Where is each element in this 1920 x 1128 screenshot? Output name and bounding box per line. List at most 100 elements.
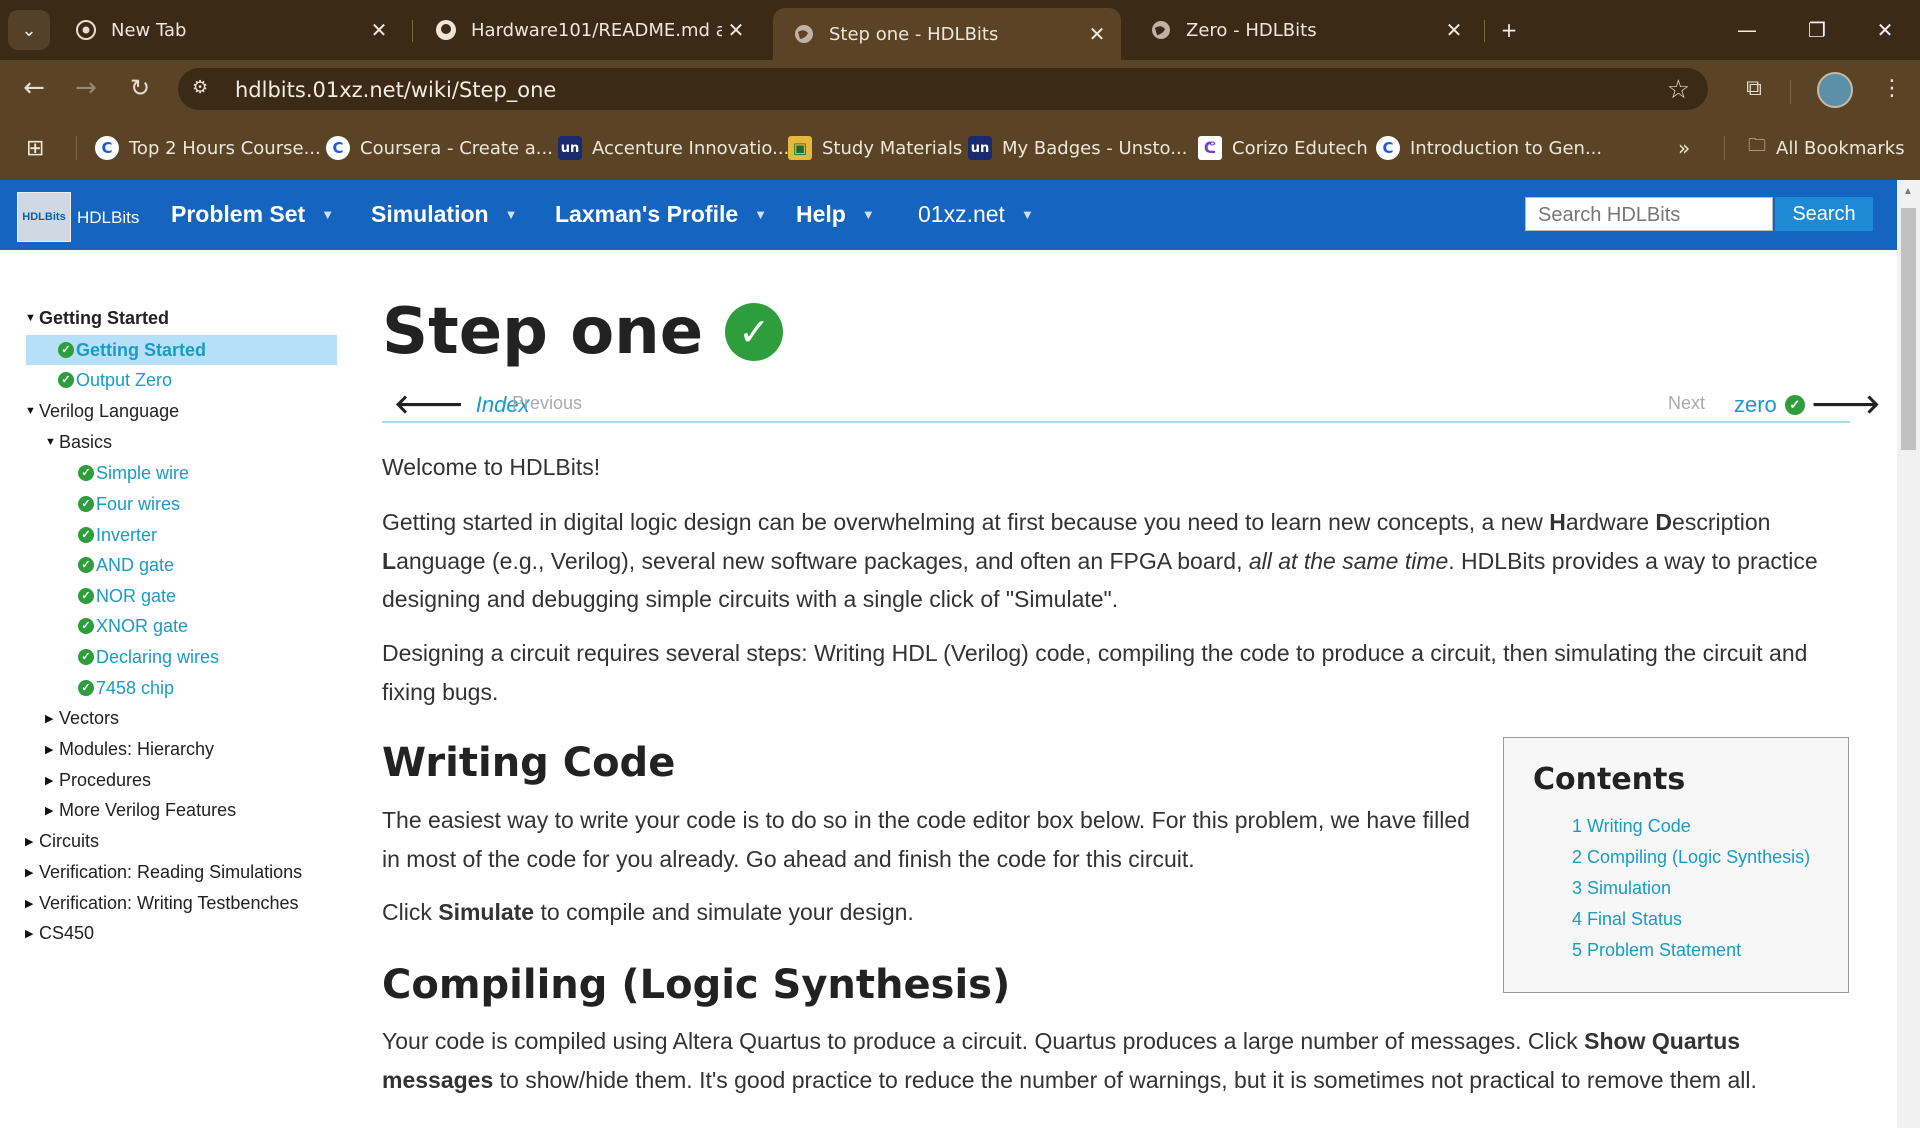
sidebar-section-basics[interactable]: ▼ Basics (45, 427, 112, 457)
caret-right-icon: ▶ (25, 927, 34, 940)
chevron-down-icon: ⌄ (21, 19, 37, 40)
scrollbar-thumb[interactable] (1901, 208, 1916, 450)
menu-profile[interactable]: Laxman's Profile ▼ (555, 201, 767, 228)
sidebar-section-modules[interactable]: ▶ Modules: Hierarchy (45, 734, 214, 764)
restore-icon: ❐ (1808, 18, 1826, 42)
sidebar-item-xnor-gate[interactable]: ✓ XNOR gate (78, 611, 188, 641)
menu-problem-set[interactable]: Problem Set ▼ (171, 201, 334, 228)
sidebar-section-more-verilog[interactable]: ▶ More Verilog Features (45, 795, 236, 825)
search-button[interactable]: Search (1775, 197, 1873, 231)
sidebar-section-cs450[interactable]: ▶ CS450 (25, 918, 94, 948)
puzzle-icon: ⧉ (1746, 75, 1762, 101)
apps-button[interactable]: ⊞ (26, 135, 44, 161)
forward-button[interactable]: → (66, 68, 106, 108)
bookmark-star-icon[interactable]: ☆ (1667, 74, 1690, 105)
coursera-icon: C (1376, 136, 1400, 160)
plus-icon: + (1500, 18, 1518, 42)
caret-right-icon: ▶ (45, 712, 54, 725)
classroom-icon: ▣ (788, 136, 812, 160)
sidebar-item-four-wires[interactable]: ✓ Four wires (78, 489, 180, 519)
restore-button[interactable]: ❐ (1794, 12, 1840, 48)
sidebar-section-procedures[interactable]: ▶ Procedures (45, 765, 151, 795)
tab-title: Zero - HDLBits (1186, 19, 1317, 41)
arrow-left-icon: ← (23, 73, 45, 103)
caret-down-icon: ▼ (25, 312, 36, 324)
address-bar[interactable]: ⚙ hdlbits.01xz.net/wiki/Step_one ☆ (178, 68, 1708, 110)
welcome-text: Welcome to HDLBits! (382, 454, 601, 480)
toc-item-final-status[interactable]: 4 Final Status (1572, 909, 1682, 930)
page-scrollbar[interactable]: ▲ (1897, 180, 1920, 1128)
bookmark-item[interactable]: un My Badges - Unsto... (968, 135, 1187, 161)
sidebar-section-getting-started[interactable]: ▼ Getting Started (25, 303, 169, 333)
index-link[interactable]: 🡐 Index (394, 389, 530, 420)
site-info-icon[interactable]: ⚙ (192, 77, 216, 101)
bookmark-item[interactable]: C Top 2 Hours Course... (95, 135, 321, 161)
next-problem-link[interactable]: zero ✓ 🡒 (1734, 389, 1881, 420)
github-icon (435, 19, 457, 41)
all-bookmarks-button[interactable]: 🗀 All Bookmarks (1748, 135, 1905, 161)
menu-button[interactable]: ⋮ (1872, 68, 1912, 108)
minimize-button[interactable]: — (1724, 12, 1770, 48)
toc-item-problem-statement[interactable]: 5 Problem Statement (1572, 940, 1741, 961)
scroll-up-icon[interactable]: ▲ (1903, 186, 1913, 197)
search-input[interactable]: Search HDLBits (1525, 197, 1773, 231)
designing-paragraph: Designing a circuit requires several ste… (382, 640, 1808, 705)
next-label: Next (1668, 393, 1706, 413)
menu-01xz[interactable]: 01xz.net ▼ (918, 201, 1034, 228)
click-simulate-paragraph: Click Simulate to compile and simulate y… (382, 899, 914, 925)
close-window-button[interactable]: ✕ (1862, 12, 1908, 48)
sidebar-section-vectors[interactable]: ▶ Vectors (45, 703, 119, 733)
check-icon: ✓ (58, 372, 74, 388)
sidebar-section-writing-testbenches[interactable]: ▶ Verification: Writing Testbenches (25, 888, 298, 918)
site-logo[interactable]: HDLBits (17, 192, 71, 242)
sidebar-item-declaring-wires[interactable]: ✓ Declaring wires (78, 642, 219, 672)
toc-item-writing-code[interactable]: 1 Writing Code (1572, 816, 1691, 837)
close-icon[interactable]: ✕ (365, 18, 393, 42)
sidebar-item-output-zero[interactable]: ✓ Output Zero (58, 365, 172, 395)
page-title: Step one ✓ (382, 295, 784, 369)
bookmark-item[interactable]: ᕦ Corizo Edutech (1198, 135, 1368, 161)
tab-step-one[interactable]: Step one - HDLBits ✕ (773, 8, 1121, 60)
sidebar-section-reading-simulations[interactable]: ▶ Verification: Reading Simulations (25, 857, 302, 887)
check-icon: ✓ (78, 618, 94, 634)
bookmark-item[interactable]: un Accenture Innovatio... (558, 135, 789, 161)
caret-right-icon: ▶ (25, 866, 34, 879)
close-icon[interactable]: ✕ (1440, 18, 1468, 42)
close-icon[interactable]: ✕ (1083, 22, 1111, 46)
bookmark-item[interactable]: C Coursera - Create a... (326, 135, 553, 161)
arrow-right-icon: 🡒 (1810, 389, 1881, 419)
tab-search-button[interactable]: ⌄ (8, 10, 50, 50)
arrow-left-icon: 🡐 (394, 389, 464, 419)
check-icon: ✓ (78, 557, 94, 573)
back-button[interactable]: ← (14, 68, 54, 108)
sidebar-item-7458-chip[interactable]: ✓ 7458 chip (78, 673, 174, 703)
extensions-button[interactable]: ⧉ (1734, 68, 1774, 108)
caret-right-icon: ▶ (45, 774, 54, 787)
toc-item-compiling[interactable]: 2 Compiling (Logic Synthesis) (1572, 847, 1810, 868)
tab-new-tab[interactable]: New Tab ✕ (55, 8, 403, 52)
url-text[interactable]: hdlbits.01xz.net/wiki/Step_one (235, 78, 556, 102)
tab-github[interactable]: Hardware101/README.md at m ✕ (415, 8, 760, 52)
site-name[interactable]: HDLBits (77, 208, 139, 228)
bookmark-item[interactable]: C Introduction to Gen... (1376, 135, 1602, 161)
sidebar-item-simple-wire[interactable]: ✓ Simple wire (78, 458, 189, 488)
menu-simulation[interactable]: Simulation ▼ (371, 201, 517, 228)
check-icon: ✓ (78, 588, 94, 604)
sidebar-section-verilog-language[interactable]: ▼ Verilog Language (25, 396, 179, 426)
sidebar-item-inverter[interactable]: ✓ Inverter (78, 520, 157, 550)
sidebar-section-circuits[interactable]: ▶ Circuits (25, 826, 99, 856)
sidebar-item-nor-gate[interactable]: ✓ NOR gate (78, 581, 176, 611)
table-of-contents: Contents 1 Writing Code 2 Compiling (Log… (1503, 737, 1849, 993)
toc-item-simulation[interactable]: 3 Simulation (1572, 878, 1671, 899)
menu-help[interactable]: Help ▼ (796, 201, 875, 228)
avatar[interactable] (1817, 72, 1853, 108)
tab-divider (412, 20, 413, 42)
close-icon[interactable]: ✕ (722, 18, 750, 42)
new-tab-button[interactable]: + (1486, 12, 1532, 48)
more-bookmarks-button[interactable]: » (1678, 135, 1690, 161)
reload-button[interactable]: ↻ (120, 68, 160, 108)
bookmark-item[interactable]: ▣ Study Materials (788, 135, 962, 161)
sidebar-item-getting-started[interactable]: ✓ Getting Started (26, 335, 337, 365)
tab-zero[interactable]: Zero - HDLBits ✕ (1130, 8, 1478, 52)
sidebar-item-and-gate[interactable]: ✓ AND gate (78, 550, 174, 580)
